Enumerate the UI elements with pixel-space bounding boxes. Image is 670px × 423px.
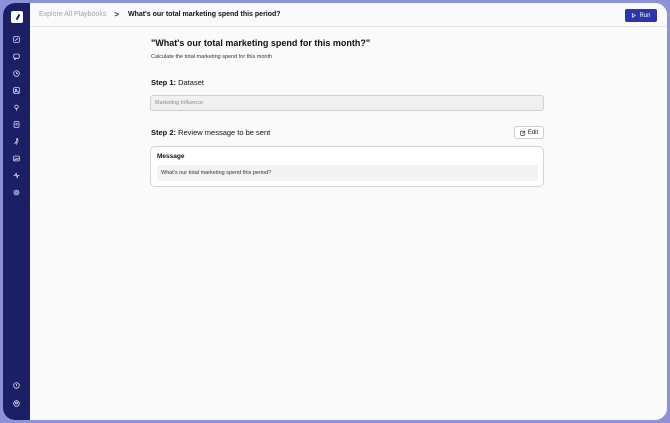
sidebar (3, 3, 30, 420)
sidebar-bottom (3, 377, 30, 412)
top-bar: Explore All Playbooks > What's our total… (30, 3, 667, 27)
edit-pencil-icon (520, 130, 526, 136)
step1-label: Dataset (176, 78, 204, 87)
help-icon[interactable] (8, 377, 25, 394)
playbook-content: "What's our total marketing spend for th… (30, 27, 667, 420)
play-icon (632, 13, 637, 18)
history-icon[interactable] (8, 65, 25, 82)
app-window: Explore All Playbooks > What's our total… (3, 3, 667, 420)
edit-button-label: Edit (527, 129, 539, 136)
breadcrumb-separator: > (114, 10, 119, 19)
step1-heading: Step 1: Dataset (151, 78, 204, 87)
account-icon[interactable] (8, 395, 25, 412)
run-button[interactable]: Run (625, 9, 657, 22)
step2-heading: Step 2: Review message to be sent (151, 128, 270, 137)
activity-icon[interactable] (8, 167, 25, 184)
book-icon[interactable] (8, 116, 25, 133)
app-logo[interactable] (10, 11, 23, 23)
step1-prefix: Step 1: (151, 78, 177, 87)
main-area: Explore All Playbooks > What's our total… (30, 3, 667, 420)
step2-prefix: Step 2: (151, 128, 177, 137)
dataset-field[interactable] (150, 95, 544, 111)
message-heading: Message (157, 153, 185, 160)
message-card: Message What's our total marketing spend… (150, 146, 544, 187)
edit-button[interactable]: Edit (514, 126, 544, 139)
edit-icon[interactable] (8, 31, 25, 48)
pin-icon[interactable] (8, 99, 25, 116)
run-person-icon[interactable] (8, 133, 25, 150)
chat-icon[interactable] (8, 48, 25, 65)
message-text: What's our total marketing spend this pe… (157, 165, 538, 181)
photo-icon[interactable] (8, 150, 25, 167)
image-icon[interactable] (8, 82, 25, 99)
run-button-label: Run (639, 12, 651, 19)
step2-label: Review message to be sent (176, 128, 271, 137)
settings-icon[interactable] (8, 184, 25, 201)
page-subtitle: Calculate the total marketing spend for … (151, 54, 273, 60)
page-title: "What's our total marketing spend for th… (151, 38, 371, 48)
breadcrumb-current: What's our total marketing spend this pe… (128, 11, 281, 18)
breadcrumb-parent-link[interactable]: Explore All Playbooks (39, 11, 106, 18)
